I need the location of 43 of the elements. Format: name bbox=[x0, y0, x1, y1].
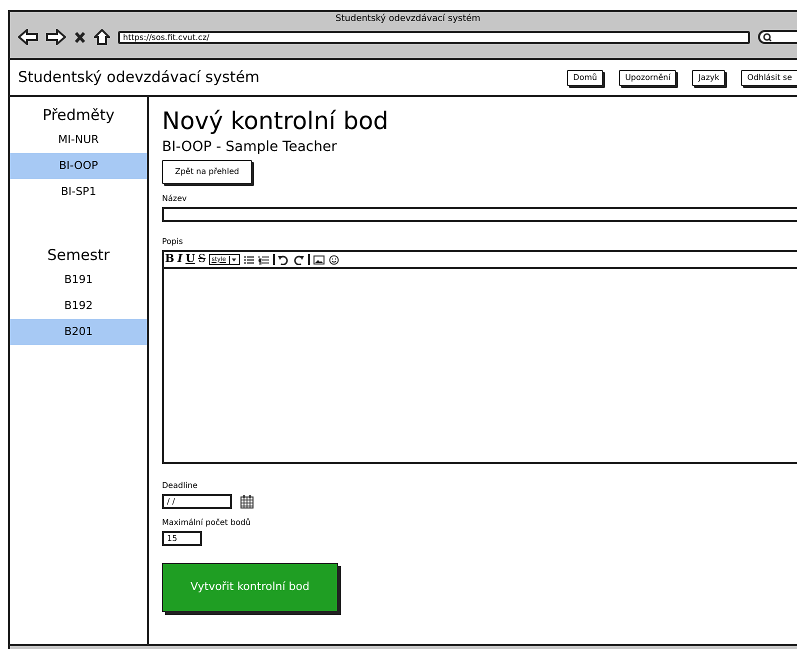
strikethrough-button[interactable]: S bbox=[198, 251, 206, 268]
window-title: Studentský odevzdávací systém bbox=[334, 12, 482, 26]
points-field[interactable]: 15 bbox=[162, 531, 202, 546]
search-field[interactable] bbox=[758, 30, 797, 44]
sidebar-item[interactable]: B192 bbox=[10, 293, 147, 319]
search-icon bbox=[763, 32, 772, 42]
field-label: Deadline bbox=[162, 480, 198, 492]
bullet-list-icon[interactable] bbox=[243, 254, 255, 264]
app-title: Studentský odevzdávací systém bbox=[18, 67, 261, 88]
undo-icon[interactable] bbox=[278, 254, 290, 264]
url-field[interactable]: https://sos.fit.cvut.cz/ bbox=[118, 30, 750, 44]
page-subtitle: BI-OOP - Sample Teacher bbox=[162, 138, 338, 157]
calendar-icon[interactable] bbox=[240, 494, 254, 509]
sidebar-item[interactable]: MI-NUR bbox=[10, 127, 147, 153]
sidebar-heading: Semestr bbox=[46, 245, 111, 266]
nav-button[interactable]: Domů bbox=[567, 70, 604, 86]
close-icon[interactable] bbox=[74, 30, 86, 44]
field-label: Název bbox=[162, 193, 188, 205]
sidebar-heading: Předměty bbox=[42, 105, 116, 126]
date-field[interactable]: / / bbox=[162, 494, 232, 509]
bold-button[interactable]: B bbox=[165, 251, 174, 268]
sidebar-item[interactable]: B191 bbox=[10, 267, 147, 293]
sidebar-item[interactable]: B201 bbox=[10, 319, 147, 345]
field-label: Popis bbox=[162, 236, 184, 248]
numbered-list-icon[interactable] bbox=[258, 254, 270, 264]
nav-button[interactable]: Jazyk bbox=[692, 70, 726, 86]
create-button[interactable]: Vytvořit kontrolní bod bbox=[162, 563, 338, 612]
redo-icon[interactable] bbox=[293, 254, 305, 264]
sidebar-item[interactable]: BI-SP1 bbox=[10, 179, 147, 205]
image-icon[interactable] bbox=[313, 254, 325, 264]
smiley-icon[interactable] bbox=[328, 254, 340, 264]
sidebar-item[interactable]: BI-OOP bbox=[10, 153, 147, 179]
nav-button[interactable]: Upozornění bbox=[619, 70, 676, 86]
italic-button[interactable]: I bbox=[177, 251, 182, 268]
nav-button[interactable]: Odhlásit se bbox=[741, 70, 797, 86]
underline-button[interactable]: U bbox=[185, 251, 196, 268]
page-title: Nový kontrolní bod bbox=[162, 106, 390, 137]
caret-icon[interactable] bbox=[229, 256, 237, 264]
forward-icon[interactable] bbox=[46, 29, 66, 45]
back-button[interactable]: Zpět na přehled bbox=[162, 160, 252, 184]
back-icon[interactable] bbox=[18, 29, 38, 45]
field-label: Maximální počet bodů bbox=[162, 517, 252, 529]
home-icon[interactable] bbox=[94, 29, 110, 45]
